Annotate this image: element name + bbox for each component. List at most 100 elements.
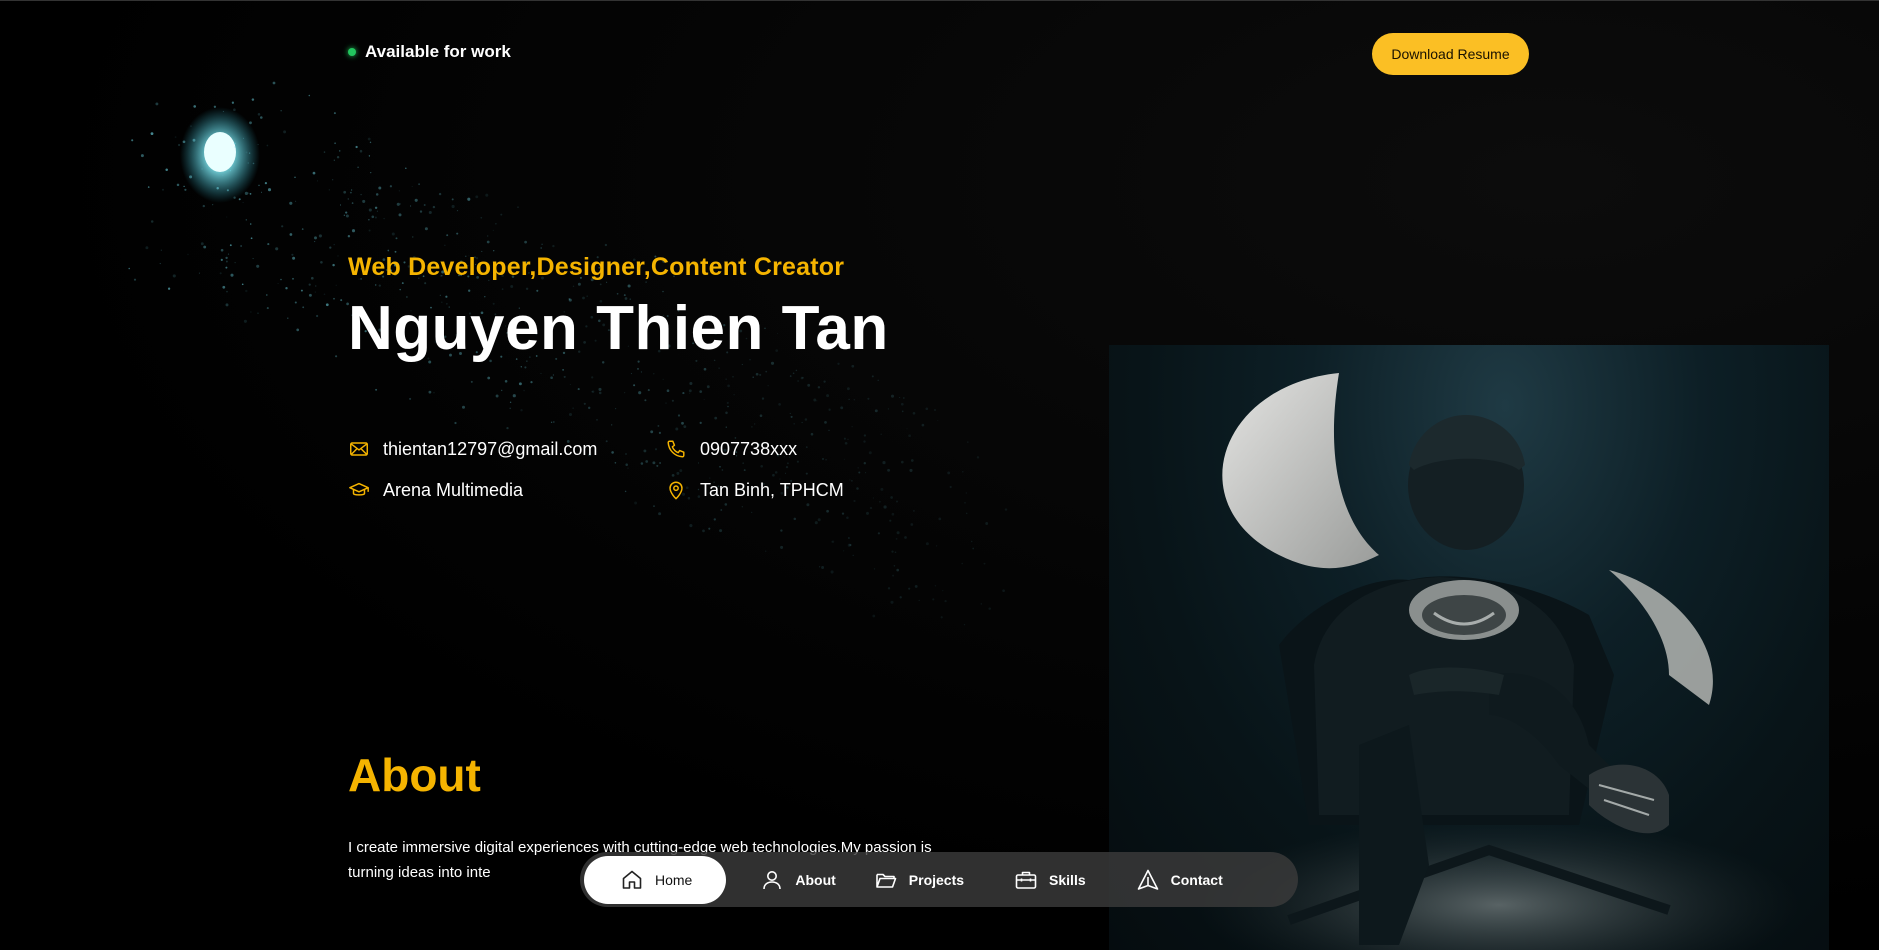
particle-dot xyxy=(867,397,870,400)
contact-phone[interactable]: 0907738xxx xyxy=(665,438,797,460)
particle-dot xyxy=(289,201,293,205)
nav-about-label: About xyxy=(795,871,836,888)
particle-dot xyxy=(925,542,929,546)
particle-dot xyxy=(272,81,276,85)
particle-dot xyxy=(332,179,334,181)
particle-dot xyxy=(162,188,164,191)
particle-dot xyxy=(858,471,861,474)
particle-dot xyxy=(627,284,631,288)
particle-dot xyxy=(451,204,455,209)
particle-dot xyxy=(485,193,489,197)
particle-dot xyxy=(611,424,613,426)
particle-dot xyxy=(234,262,236,264)
particle-dot xyxy=(817,518,821,522)
particle-dot xyxy=(226,216,228,218)
particle-dot xyxy=(540,372,542,374)
particle-dot xyxy=(423,204,426,206)
particle-dot xyxy=(147,186,150,188)
particle-dot xyxy=(821,566,825,569)
particle-dot xyxy=(615,408,617,410)
particle-dot xyxy=(802,376,804,379)
particle-dot xyxy=(853,399,855,401)
particle-dot xyxy=(265,294,268,296)
particle-dot xyxy=(988,607,991,610)
particle-dot xyxy=(797,380,799,382)
user-icon xyxy=(763,870,782,889)
particle-dot xyxy=(849,479,851,481)
particle-dot xyxy=(371,215,375,219)
particle-dot xyxy=(362,199,366,203)
particle-dot xyxy=(140,154,144,158)
particle-dot xyxy=(367,137,371,141)
particle-dot xyxy=(825,458,827,461)
particle-dot xyxy=(347,198,349,200)
particle-dot xyxy=(727,405,729,408)
particle-dot xyxy=(562,368,565,371)
particle-dot xyxy=(292,277,294,280)
particle-dot xyxy=(896,531,900,535)
particle-dot xyxy=(605,440,608,443)
particle-dot xyxy=(504,380,508,383)
particle-dot xyxy=(831,540,835,544)
hero-name: Nguyen Thien Tan xyxy=(348,294,889,363)
particle-dot xyxy=(805,446,808,448)
particle-dot xyxy=(719,529,723,533)
particle-dot xyxy=(159,263,161,265)
particle-dot xyxy=(335,355,338,358)
particle-dot xyxy=(658,431,662,434)
particle-dot xyxy=(976,456,980,459)
particle-dot xyxy=(226,189,229,192)
particle-dot xyxy=(636,367,640,370)
particle-dot xyxy=(275,247,279,251)
particle-dot xyxy=(851,480,853,482)
particle-dot xyxy=(316,180,319,182)
nav-skills[interactable]: Skills xyxy=(996,856,1104,904)
particle-dot xyxy=(793,422,796,425)
particle-dot xyxy=(251,98,255,101)
particle-dot xyxy=(804,418,808,421)
particle-dot xyxy=(189,175,193,179)
particle-dot xyxy=(689,381,693,386)
particle-dot xyxy=(810,432,814,436)
particle-dot xyxy=(598,387,602,391)
particle-dot xyxy=(337,255,339,257)
top-divider xyxy=(0,0,1879,1)
particle-dot xyxy=(591,376,594,379)
particle-dot xyxy=(398,190,400,192)
particle-dot xyxy=(741,506,743,508)
nav-home[interactable]: Home xyxy=(584,855,727,904)
download-resume-button[interactable]: Download Resume xyxy=(1372,33,1529,75)
nav-about[interactable]: About xyxy=(742,856,853,904)
particle-dot xyxy=(487,235,489,237)
particle-dot xyxy=(409,397,412,400)
particle-dot xyxy=(424,227,428,231)
particle-dot xyxy=(230,273,234,277)
particle-dot xyxy=(675,427,679,431)
particle-dot xyxy=(805,472,808,475)
particle-dot xyxy=(789,375,792,377)
particle-dot xyxy=(520,366,522,368)
contact-email[interactable]: thientan12797@gmail.com xyxy=(348,438,597,460)
particle-dot xyxy=(530,381,533,384)
particle-dot xyxy=(743,469,746,472)
particle-dot xyxy=(283,130,287,134)
particle-dot xyxy=(611,451,614,454)
particle-dot xyxy=(841,512,845,515)
particle-dot xyxy=(849,543,852,547)
particle-dot xyxy=(368,208,372,212)
nav-projects-label: Projects xyxy=(908,871,965,888)
particle-dot xyxy=(645,460,649,463)
particle-dot xyxy=(333,297,335,300)
particle-dot xyxy=(572,407,574,409)
particle-dot xyxy=(387,249,390,252)
particle-dot xyxy=(552,244,555,248)
particle-dot xyxy=(189,125,193,128)
particle-dot xyxy=(350,189,353,191)
particle-dot xyxy=(225,266,228,269)
nav-projects[interactable]: Projects xyxy=(856,856,982,904)
particle-dot xyxy=(257,113,261,116)
particle-dot xyxy=(314,236,317,240)
particle-dot xyxy=(552,421,555,423)
particle-dot xyxy=(624,392,626,394)
nav-contact[interactable]: Contact xyxy=(1118,856,1241,904)
